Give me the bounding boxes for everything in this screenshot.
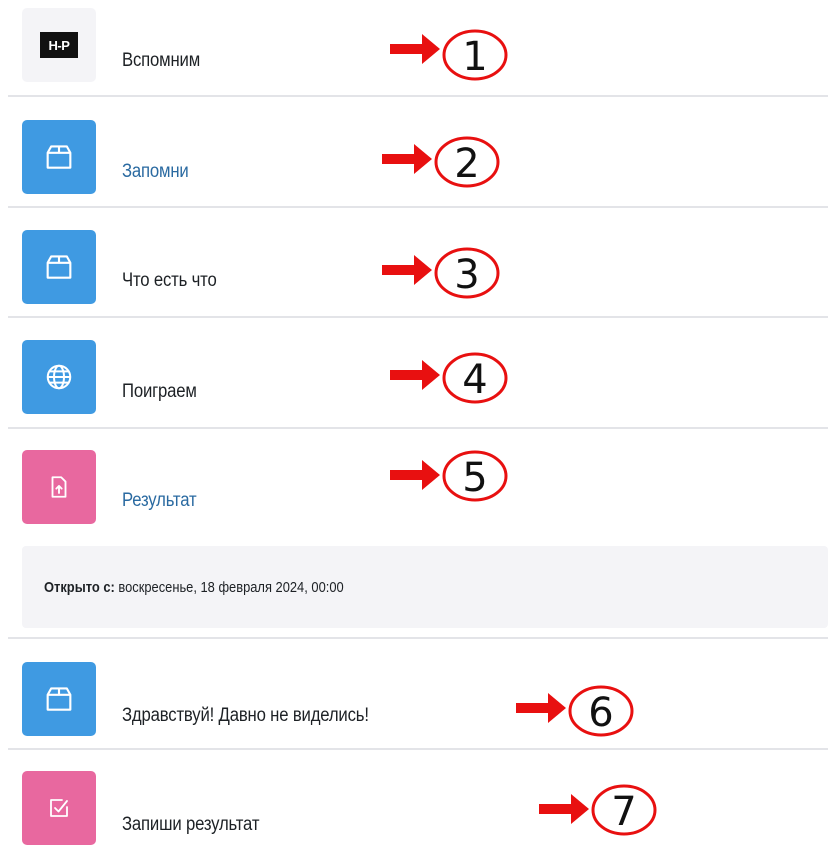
annotation-number: 5 [462, 455, 487, 501]
activity-title[interactable]: Результат [122, 490, 197, 512]
activity-title[interactable]: Поиграем [122, 381, 197, 403]
activity-item[interactable]: Результат 5 [0, 429, 828, 539]
package-icon [46, 687, 72, 711]
activity-title[interactable]: Что есть что [122, 270, 217, 292]
annotation-number: 2 [454, 141, 479, 187]
arrow-annotation-icon: 6 [516, 685, 634, 737]
activity-icon-box [22, 230, 96, 304]
annotation-number: 1 [462, 34, 487, 80]
activity-item[interactable]: Запиши результат 7 [0, 750, 828, 855]
arrow-annotation-icon: 7 [539, 784, 657, 836]
file-upload-icon [51, 476, 67, 498]
availability-date: воскресенье, 18 февраля 2024, 00:00 [114, 579, 344, 596]
arrow-annotation-icon: 3 [382, 247, 500, 299]
activity-icon-box [22, 120, 96, 194]
activity-icon-box [22, 450, 96, 524]
annotation-number: 4 [462, 357, 487, 403]
annotation-number: 3 [454, 252, 479, 298]
activity-item[interactable]: Что есть что 3 [0, 208, 828, 318]
activity-icon-box [22, 662, 96, 736]
package-icon [46, 145, 72, 169]
availability-label: Открыто с: [44, 579, 115, 596]
activity-item[interactable]: Здравствуй! Давно не виделись! 6 [0, 639, 828, 749]
activity-item[interactable]: Запомни 2 [0, 97, 828, 207]
activity-title[interactable]: Запомни [122, 161, 189, 183]
activity-item[interactable]: Поиграем 4 [0, 318, 828, 428]
annotation-number: 7 [611, 789, 636, 835]
activity-title[interactable]: Запиши результат [122, 814, 259, 836]
h5p-logo-icon: H-P [40, 32, 78, 58]
activity-title[interactable]: Вспомним [122, 50, 200, 72]
activity-icon-box: H-P [22, 8, 96, 82]
activity-icon-box [22, 771, 96, 845]
arrow-annotation-icon: 2 [382, 136, 500, 188]
annotation-number: 6 [588, 690, 613, 736]
globe-icon [46, 364, 72, 390]
checkbox-edit-icon [50, 799, 68, 817]
availability-text: Открыто с: воскресенье, 18 февраля 2024,… [44, 579, 344, 596]
availability-info: Открыто с: воскресенье, 18 февраля 2024,… [22, 546, 828, 628]
arrow-annotation-icon: 1 [390, 29, 508, 81]
package-icon [46, 255, 72, 279]
arrow-annotation-icon: 5 [390, 450, 508, 502]
activity-title[interactable]: Здравствуй! Давно не виделись! [122, 705, 369, 727]
activity-item[interactable]: H-P Вспомним 1 [0, 0, 828, 96]
activity-icon-box [22, 340, 96, 414]
arrow-annotation-icon: 4 [390, 352, 508, 404]
